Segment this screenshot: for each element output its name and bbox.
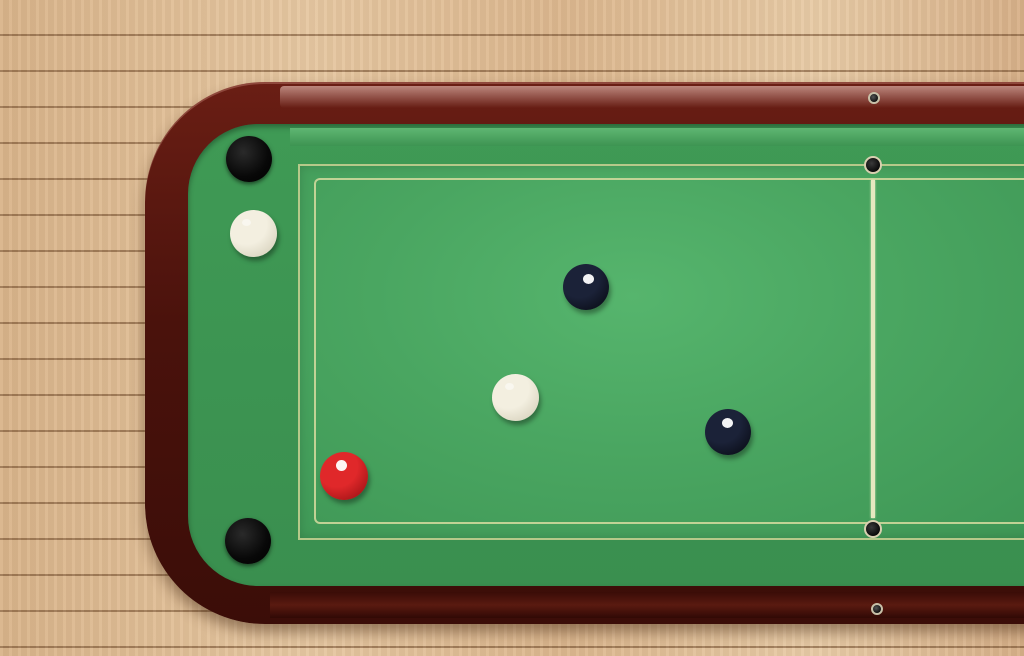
pocket-bottom-left-icon — [225, 518, 271, 564]
rail-bottom-strip — [270, 592, 1024, 618]
rail-highlight — [280, 86, 1024, 108]
diamond-marker-top — [864, 156, 882, 174]
red-ball[interactable] — [320, 452, 368, 500]
cushion-top-band — [290, 128, 1024, 146]
pocket-top-left-icon — [226, 136, 272, 182]
navy-ball-top[interactable] — [563, 264, 609, 310]
diamond-marker-bottom — [864, 520, 882, 538]
cue-ball-left[interactable] — [230, 210, 277, 257]
navy-ball-right[interactable] — [705, 409, 751, 455]
rail-screw-top — [868, 92, 880, 104]
cue-ball-center[interactable] — [492, 374, 539, 421]
baulk-line — [871, 180, 875, 518]
felt-border-line — [314, 178, 1024, 524]
game-scene — [0, 0, 1024, 656]
rail-screw-bottom — [871, 603, 883, 615]
